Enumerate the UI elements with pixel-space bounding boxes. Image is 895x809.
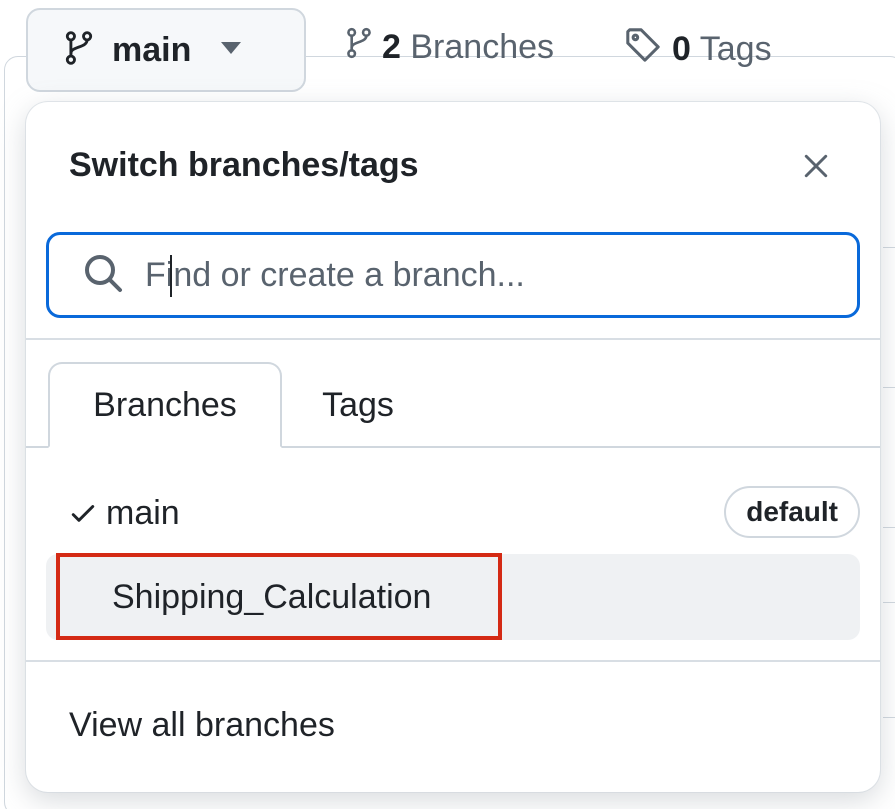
branch-search-field[interactable] — [46, 232, 860, 318]
divider — [883, 602, 895, 603]
branch-name: main — [106, 493, 180, 532]
branch-item-main[interactable]: main default — [46, 470, 860, 556]
git-branch-icon — [64, 30, 94, 71]
branch-selector-button[interactable]: main — [26, 8, 306, 92]
current-branch-label: main — [112, 30, 192, 69]
popover-title: Switch branches/tags — [69, 146, 419, 184]
close-button[interactable] — [796, 148, 836, 188]
branch-tag-tabs: Branches Tags — [26, 362, 880, 448]
divider — [883, 247, 895, 248]
tag-icon — [624, 26, 662, 73]
page: main 2 Branches 0 Tags Switch branches/t… — [0, 0, 895, 809]
caret-down-icon — [221, 41, 242, 59]
view-all-branches-link[interactable]: View all branches — [69, 706, 335, 745]
branch-name: Shipping_Calculation — [112, 577, 432, 616]
default-badge: default — [724, 486, 860, 538]
divider — [26, 338, 880, 340]
branch-switcher-popover: Switch branches/tags Branches Tags — [26, 102, 880, 792]
search-icon — [83, 253, 123, 298]
tab-tags[interactable]: Tags — [296, 362, 420, 448]
git-branch-icon — [346, 26, 372, 69]
branch-search-input[interactable] — [145, 255, 805, 295]
check-icon — [70, 503, 106, 523]
tags-count-label: Tags — [699, 30, 772, 68]
branches-count: 2 — [382, 28, 401, 66]
divider — [883, 527, 895, 528]
branches-count-link[interactable]: 2 Branches — [346, 26, 554, 69]
divider — [883, 387, 895, 388]
close-icon — [803, 153, 829, 184]
divider — [26, 660, 880, 662]
text-cursor — [170, 255, 172, 297]
tab-branches[interactable]: Branches — [48, 362, 282, 448]
branch-item-shipping-calculation[interactable]: Shipping_Calculation — [46, 554, 860, 640]
tags-count-link[interactable]: 0 Tags — [624, 26, 772, 73]
tags-count: 0 — [672, 30, 691, 68]
divider — [883, 717, 895, 718]
branches-count-label: Branches — [410, 28, 555, 66]
